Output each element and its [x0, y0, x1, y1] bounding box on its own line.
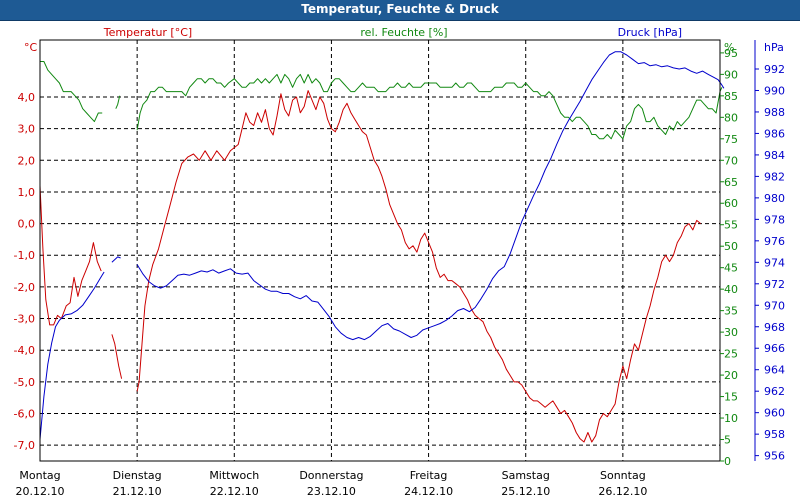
temperature-tick-label: 1,0: [18, 186, 36, 199]
chart-window: Temperatur, Feuchte & Druck 4,0 3,0 2,0 1,0…: [0, 0, 800, 500]
temperature-tick-label: -1,0: [14, 249, 35, 262]
weekday-label: Donnerstag: [299, 469, 363, 482]
humidity-unit-label: %: [724, 41, 734, 54]
humidity-tick-label: 50: [724, 240, 738, 253]
humidity-tick-label: 20: [724, 369, 738, 382]
grid: [40, 40, 720, 461]
temperature-tick-label: 3,0: [18, 123, 36, 136]
weekday-label: Mittwoch: [209, 469, 259, 482]
pressure-tick-label: 978: [764, 213, 785, 226]
pressure-tick-label: 980: [764, 192, 785, 205]
temperature-tick-label: -2,0: [14, 281, 35, 294]
weekday-label: Samstag: [502, 469, 550, 482]
weekday-label: Sonntag: [600, 469, 646, 482]
humidity-tick-label: 10: [724, 412, 738, 425]
temperature-tick-label: -3,0: [14, 313, 35, 326]
date-label: 25.12.10: [501, 485, 550, 498]
temperature-tick-label: -6,0: [14, 408, 35, 421]
temperature-unit-label: °C: [24, 41, 38, 54]
pressure-unit-label: hPa: [764, 41, 784, 54]
date-label: 26.12.10: [598, 485, 647, 498]
chart-title: Temperatur, Feuchte & Druck: [301, 2, 499, 16]
pressure-tick-label: 972: [764, 278, 785, 291]
humidity-tick-label: 80: [724, 111, 738, 124]
date-label: 22.12.10: [210, 485, 259, 498]
humidity-tick-label: 5: [724, 434, 731, 447]
humidity-tick-label: 55: [724, 219, 738, 232]
temperature-line: [136, 90, 701, 443]
pressure-tick-label: 986: [764, 127, 785, 140]
humidity-tick-label: 60: [724, 197, 738, 210]
pressure-tick-label: 992: [764, 63, 785, 76]
temperature-tick-label: -5,0: [14, 376, 35, 389]
pressure-tick-label: 974: [764, 256, 785, 269]
humidity-tick-label: 35: [724, 305, 738, 318]
humidity-tick-label: 0: [724, 455, 731, 468]
weekday-label: Montag: [19, 469, 60, 482]
series-layer: [39, 51, 725, 443]
pressure-line: [136, 51, 725, 341]
pressure-tick-label: 976: [764, 235, 785, 248]
pressure-axis-title: Druck [hPa]: [618, 26, 682, 39]
humidity-tick-label: 15: [724, 391, 738, 404]
chart-canvas: 4,0 3,0 2,0 1,0 0,0 -1,0 -2,0 -3,0 -4,0 -5,0 -6,0 -…: [14, 26, 785, 498]
pressure-tick-label: 988: [764, 106, 785, 119]
pressure-tick-label: 984: [764, 149, 785, 162]
title-bar: Temperatur, Feuchte & Druck: [0, 0, 800, 21]
pressure-tick-label: 966: [764, 342, 785, 355]
date-label: 21.12.10: [113, 485, 162, 498]
date-label: 24.12.10: [404, 485, 453, 498]
humidity-tick-label: 30: [724, 326, 738, 339]
humidity-tick-label: 40: [724, 283, 738, 296]
humidity-tick-label: 25: [724, 348, 738, 361]
humidity-axis-title: rel. Feuchte [%]: [360, 26, 447, 39]
pressure-tick-label: 962: [764, 385, 785, 398]
humidity-tick-label: 90: [724, 68, 738, 81]
temperature-tick-label: -7,0: [14, 439, 35, 452]
humidity-line: [40, 61, 103, 123]
pressure-tick-label: 964: [764, 364, 785, 377]
pressure-tick-label: 968: [764, 321, 785, 334]
temperature-tick-label: -4,0: [14, 344, 35, 357]
temperature-tick-label: 4,0: [18, 91, 36, 104]
pressure-tick-label: 990: [764, 84, 785, 97]
pressure-tick-label: 958: [764, 428, 785, 441]
temperature-line: [111, 334, 123, 379]
humidity-tick-label: 85: [724, 90, 738, 103]
humidity-tick-label: 65: [724, 176, 738, 189]
date-label: 20.12.10: [16, 485, 65, 498]
pressure-line: [39, 271, 105, 440]
temperature-tick-label: 2,0: [18, 154, 36, 167]
pressure-tick-label: 970: [764, 299, 785, 312]
pressure-tick-label: 956: [764, 450, 785, 463]
temperature-axis-title: Temperatur [°C]: [103, 26, 192, 39]
humidity-line: [136, 73, 723, 140]
humidity-tick-label: 70: [724, 154, 738, 167]
plot-frame: [39, 39, 721, 462]
pressure-tick-label: 960: [764, 407, 785, 420]
humidity-tick-label: 45: [724, 262, 738, 275]
humidity-tick-label: 75: [724, 133, 738, 146]
pressure-tick-label: 982: [764, 170, 785, 183]
weekday-label: Freitag: [410, 469, 448, 482]
weekday-label: Dienstag: [113, 469, 162, 482]
temperature-tick-label: 0,0: [18, 218, 36, 231]
humidity-line: [115, 95, 121, 109]
pressure-line: [111, 256, 121, 263]
date-label: 23.12.10: [307, 485, 356, 498]
